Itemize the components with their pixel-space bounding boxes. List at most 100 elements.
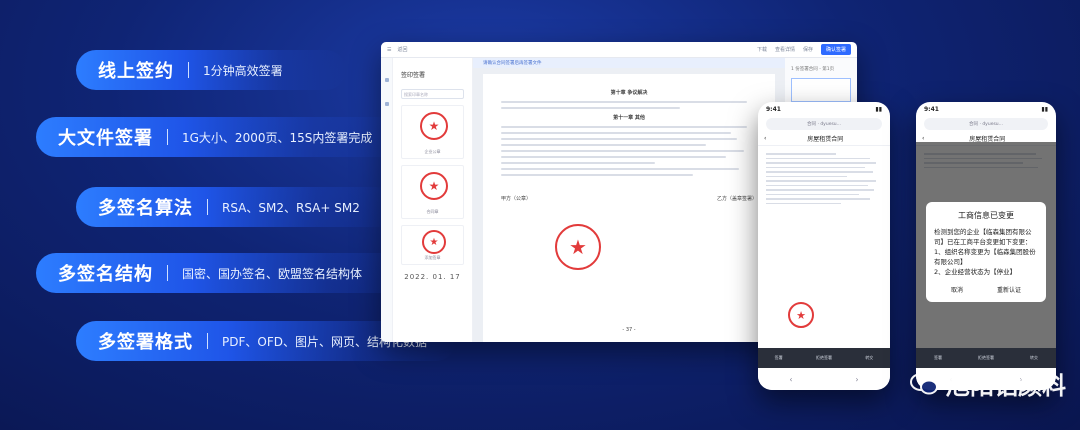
back-link[interactable]: 返回 bbox=[397, 46, 407, 53]
feature-subtitle: 1G大小、2000页、15S内签署完成 bbox=[182, 130, 373, 145]
party-a-label: 甲方（公章） bbox=[501, 196, 532, 202]
download-button[interactable]: 下载 bbox=[757, 46, 767, 53]
seal-option[interactable]: 添加签章 bbox=[401, 225, 464, 265]
text-line bbox=[766, 175, 848, 177]
text-line bbox=[501, 144, 706, 146]
reverify-button[interactable]: 重新认证 bbox=[997, 285, 1021, 294]
forward-arrow-icon[interactable]: › bbox=[855, 375, 858, 384]
wechat-icon bbox=[910, 372, 938, 395]
date-stamp[interactable]: 2022. 01. 17 bbox=[401, 273, 464, 281]
seal-icon bbox=[422, 230, 446, 254]
feature-title: 线上签约 bbox=[98, 61, 174, 82]
save-button[interactable]: 保存 bbox=[803, 46, 813, 53]
chapter-heading: 第十章 争议解决 bbox=[610, 90, 648, 96]
text-line bbox=[501, 168, 740, 170]
add-seal-label: 添加签章 bbox=[424, 255, 441, 260]
chapter-heading: 第十一章 其他 bbox=[613, 115, 645, 121]
url-bar[interactable]: 合同 · dyuesu... bbox=[766, 118, 882, 130]
feature-title: 大文件签署 bbox=[58, 128, 153, 149]
status-time: 9:41 bbox=[766, 105, 781, 113]
url-bar[interactable]: 合同 · dyuesu... bbox=[924, 118, 1048, 130]
feature-large-file: 大文件签署 1G大小、2000页、15S内签署完成 bbox=[36, 117, 406, 157]
confirm-sign-button[interactable]: 确认签署 bbox=[820, 44, 851, 55]
seal-icon bbox=[788, 302, 814, 328]
tab-sign[interactable]: 签署 bbox=[775, 355, 783, 361]
document-tip: 请确认合同签署后再签署文件 bbox=[473, 58, 785, 68]
feature-subtitle: RSA、SM2、RSA+ SM2 bbox=[222, 200, 360, 215]
tab-reject[interactable]: 拒绝签署 bbox=[816, 355, 832, 361]
divider bbox=[167, 265, 168, 281]
watermark: 旭阳铝颜料 bbox=[910, 366, 1066, 401]
left-rail bbox=[381, 58, 393, 342]
text-line bbox=[766, 162, 877, 164]
text-line bbox=[501, 174, 693, 176]
seal-panel: 签印签署 搜索印章名称 企业公章 合同章 添加签章 2022. 01. 17 bbox=[393, 58, 473, 342]
rail-icon[interactable] bbox=[384, 78, 389, 82]
text-line bbox=[766, 180, 877, 182]
text-line bbox=[766, 193, 859, 195]
text-line bbox=[766, 184, 869, 186]
rail-icon[interactable] bbox=[384, 102, 389, 106]
text-line bbox=[501, 138, 737, 140]
status-bar: 9:41 ▮▮ bbox=[758, 102, 890, 116]
seal-search-input[interactable]: 搜索印章名称 bbox=[401, 89, 464, 99]
cancel-button[interactable]: 取消 bbox=[951, 285, 963, 294]
feature-multi-algorithm: 多签名算法 RSA、SM2、RSA+ SM2 bbox=[76, 187, 396, 227]
divider bbox=[207, 199, 208, 215]
feature-subtitle: 1分钟高效签署 bbox=[203, 63, 283, 78]
seal-label: 合同章 bbox=[426, 209, 439, 214]
contract-page: 第十章 争议解决 第十一章 其他 甲方（公章） 乙方（盖章签署） - 37 - bbox=[483, 74, 775, 342]
dialog-text: 2、企业经营状态为【停业】 bbox=[934, 268, 1017, 276]
divider bbox=[188, 62, 189, 78]
battery-icon: ▮▮ bbox=[875, 105, 882, 113]
right-note: 1 份签署合同 - 第1页 bbox=[791, 67, 835, 72]
text-line bbox=[766, 198, 871, 200]
text-line bbox=[766, 153, 836, 155]
tab-transfer[interactable]: 转交 bbox=[865, 355, 873, 361]
seal-option[interactable]: 企业公章 bbox=[401, 105, 464, 159]
placed-seal-icon[interactable] bbox=[555, 224, 601, 270]
tab-transfer[interactable]: 转交 bbox=[1030, 355, 1038, 361]
text-line bbox=[766, 189, 874, 191]
action-tabs: 签署 拒绝签署 转交 bbox=[758, 348, 890, 368]
page-thumbnail[interactable] bbox=[791, 78, 851, 102]
seal-icon bbox=[420, 172, 448, 200]
feature-title: 多签名结构 bbox=[58, 264, 153, 285]
status-bar: 9:41 ▮▮ bbox=[916, 102, 1056, 116]
seal-icon bbox=[420, 112, 448, 140]
feature-title: 多签署格式 bbox=[98, 332, 193, 353]
text-line bbox=[501, 101, 747, 103]
info-changed-dialog: 工商信息已变更 检测到您的企业【临森集团有限公司】已在工商平台变更如下变更： 1… bbox=[926, 202, 1046, 302]
divider bbox=[167, 129, 168, 145]
tab-reject[interactable]: 拒绝签署 bbox=[978, 355, 994, 361]
contract-title: 房屋租赁合同 bbox=[807, 136, 844, 143]
feature-title: 多签名算法 bbox=[98, 198, 193, 219]
seal-label: 企业公章 bbox=[424, 149, 441, 154]
document-viewer: 请确认合同签署后再签署文件 第十章 争议解决 第十一章 其他 甲方（公章） 乙方… bbox=[473, 58, 785, 342]
dialog-title: 工商信息已变更 bbox=[958, 211, 1014, 220]
feature-multi-structure: 多签名结构 国密、国办签名、欧盟签名结构体 bbox=[36, 253, 426, 293]
text-line bbox=[501, 126, 747, 128]
text-line bbox=[501, 150, 745, 152]
status-time: 9:41 bbox=[924, 105, 939, 113]
text-line bbox=[501, 107, 681, 109]
mobile-contract-view: 9:41 ▮▮ 合同 · dyuesu... ‹ 房屋租赁合同 签署 拒绝签署 转… bbox=[758, 102, 890, 390]
divider bbox=[207, 333, 208, 349]
text-line bbox=[501, 156, 727, 158]
page-number: - 37 - bbox=[622, 327, 636, 333]
text-line bbox=[766, 157, 871, 159]
seal-option[interactable]: 合同章 bbox=[401, 165, 464, 219]
view-details-button[interactable]: 查看详情 bbox=[775, 46, 795, 53]
party-b-label: 乙方（盖章签署） bbox=[716, 196, 757, 202]
dialog-text: 检测到您的企业【临森集团有限公司】已在工商平台变更如下变更： bbox=[934, 228, 1032, 246]
text-line bbox=[501, 132, 732, 134]
tab-sign[interactable]: 签署 bbox=[934, 355, 942, 361]
back-arrow-icon[interactable]: ‹ bbox=[789, 375, 792, 384]
page-header: ‹ 房屋租赁合同 bbox=[758, 132, 890, 146]
mobile-modal-view: 9:41 ▮▮ 合同 · dyuesu... ‹ 房屋租赁合同 工商信息已变更 检… bbox=[916, 102, 1056, 390]
browser-nav: ‹ › bbox=[758, 368, 890, 390]
action-tabs: 签署 拒绝签署 转交 bbox=[916, 348, 1056, 368]
menu-icon[interactable]: ☰ bbox=[387, 47, 391, 53]
text-line bbox=[766, 166, 865, 168]
text-line bbox=[501, 162, 655, 164]
